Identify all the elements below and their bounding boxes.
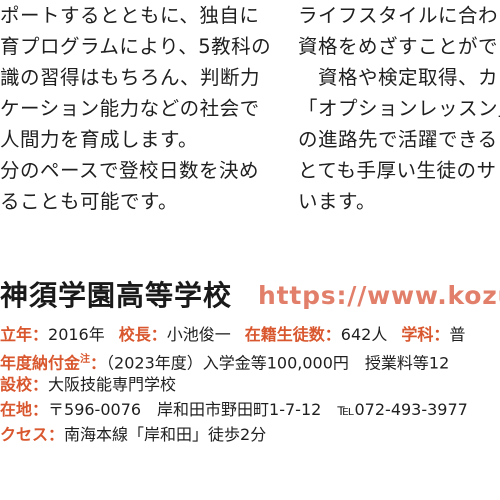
founded-value: 2016年 (48, 325, 105, 344)
students-value: 642人 (340, 325, 388, 344)
founded-label: 立年： (0, 325, 49, 344)
right-line: ライフスタイルに合わ (298, 4, 499, 27)
right-text-column: ライフスタイルに合わ 資格をめざすことがで 資格や検定取得、カ 「オプションレッ… (298, 0, 500, 217)
address-label: 在地： (0, 400, 49, 419)
left-text-column: ポートするとともに、独自に 育プログラムにより、5教科の 識の習得はもちろん、判… (0, 0, 272, 217)
dept-label: 学科： (401, 325, 450, 344)
right-line: 資格や検定取得、カ (298, 66, 499, 89)
dept-value: 普 (449, 325, 466, 344)
left-line: 育プログラムにより、5教科の (0, 35, 272, 58)
affiliate-value: 大阪技能専門学校 (48, 375, 177, 394)
school-info-block: 立年：2016年 校長：小池俊一 在籍生徒数：642人 学科：普 年度納付金注：（20… (0, 322, 500, 447)
fee-note-mark: 注 (80, 354, 91, 365)
fee-value: （2023年度）入学金等100,000円 授業料等12 (106, 353, 450, 373)
fee-colon: ： (90, 353, 107, 373)
school-title-row: 神須学園高等学校 https://www.kozu-g (0, 276, 500, 316)
right-line: の進路先で活躍できる (298, 128, 498, 151)
info-row-fee: 年度納付金注：（2023年度）入学金等100,000円 授業料等12 (0, 347, 500, 372)
left-line: ることも可能です。 (0, 190, 179, 213)
info-row-address: 在地：〒596-0076 岸和田市野田町1-7-12 ℡072-493-3977 (0, 397, 500, 422)
affiliate-label: 設校： (0, 375, 49, 394)
left-line: 分のペースで登校日数を決め (0, 159, 260, 182)
info-row-affiliate: 設校：大阪技能専門学校 (0, 372, 500, 397)
left-line: 人間力を育成します。 (0, 128, 199, 151)
info-row-access: クセス：南海本線「岸和田」徒歩2分 (0, 422, 500, 447)
fee-label: 年度納付金 (0, 353, 81, 373)
principal-label: 校長： (118, 325, 167, 344)
address-value: 〒596-0076 岸和田市野田町1-7-12 ℡072-493-3977 (48, 400, 468, 419)
right-line: 資格をめざすことがで (298, 35, 499, 58)
access-label: クセス： (0, 425, 65, 444)
left-line: ケーション能力などの社会で (0, 97, 260, 120)
right-line: とても手厚い生徒のサ (298, 159, 497, 182)
school-url-link[interactable]: https://www.kozu-g (258, 276, 500, 316)
right-line: 「オプションレッスン」も (298, 97, 500, 120)
info-row-founded: 立年：2016年 校長：小池俊一 在籍生徒数：642人 学科：普 (0, 322, 500, 347)
principal-value: 小池俊一 (166, 325, 231, 344)
students-label: 在籍生徒数： (244, 325, 341, 344)
access-value: 南海本線「岸和田」徒歩2分 (64, 425, 267, 444)
school-name: 神須学園高等学校 (0, 279, 233, 312)
left-line: 識の習得はもちろん、判断力 (0, 66, 261, 89)
left-line: ポートするとともに、独自に (0, 4, 260, 27)
right-line: います。 (298, 190, 377, 213)
